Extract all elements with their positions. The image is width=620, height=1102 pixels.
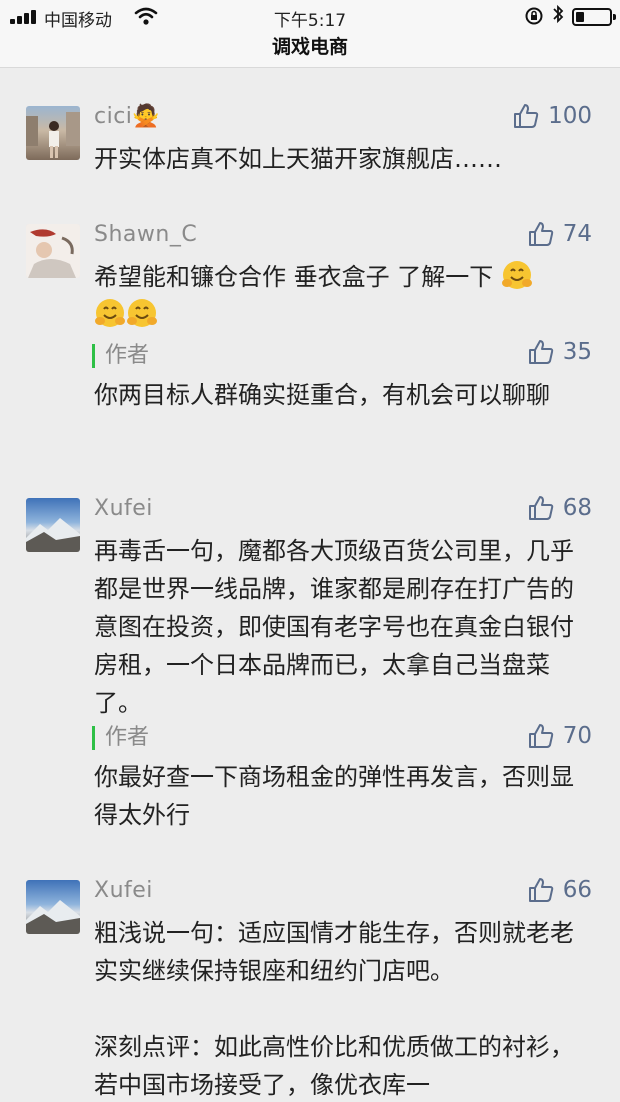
like-count: 68 (562, 495, 592, 521)
like-button[interactable]: 100 (512, 102, 592, 130)
like-count: 100 (548, 103, 592, 129)
thumbs-up-icon (514, 104, 539, 128)
hugging-face-emoji-icon (501, 261, 532, 289)
thumbs-up-icon (528, 222, 553, 246)
status-bar: 中国移动 下午5:17 (0, 4, 620, 31)
page-title: 调戏电商 (271, 36, 348, 58)
hugging-face-emoji-icon (127, 299, 157, 327)
like-count: 66 (562, 877, 592, 903)
comment-author: cici🙅 (94, 104, 161, 129)
avatar[interactable] (26, 498, 80, 552)
like-button[interactable]: 66 (527, 876, 592, 904)
reply-text: 你两目标人群确实挺重合，有机会可以聊聊 (94, 381, 550, 409)
comment-author: Shawn_C (94, 222, 198, 247)
author-reply-label: 作者 (92, 726, 149, 750)
thumbs-up-icon (528, 878, 553, 902)
comment-text: 再毒舌一句，魔都各大顶级百货公司里，几乎都是世界一线品牌，谁家都是刷存在打广告的… (94, 537, 574, 717)
hugging-face-emoji-icon (95, 299, 125, 327)
comment-text: 希望能和镰仓合作 垂衣盒子 了解一下 (94, 258, 584, 334)
like-button[interactable]: 74 (527, 220, 592, 248)
thumbs-up-icon (528, 724, 553, 748)
thumbs-up-icon (528, 340, 553, 364)
bluetooth-icon (553, 4, 564, 24)
comment-text-continued: 深刻点评：如此高性价比和优质做工的衬衫，若中国市场接受了，像优衣库一 (94, 1033, 574, 1099)
comment-text-content: 希望能和镰仓合作 垂衣盒子 了解一下 (94, 263, 494, 291)
like-count: 35 (562, 339, 592, 365)
rotation-lock-icon (525, 7, 543, 25)
like-count: 70 (562, 723, 592, 749)
comment-text: 开实体店真不如上天猫开家旗舰店…… (94, 145, 502, 173)
author-reply-label: 作者 (92, 344, 149, 368)
comment-text: 粗浅说一句：适应国情才能生存，否则就老老实实继续保持银座和纽约门店吧。 (94, 919, 574, 985)
thumbs-up-icon (528, 496, 553, 520)
comment-author: Xufei (94, 496, 153, 521)
avatar[interactable] (26, 224, 80, 278)
avatar[interactable] (26, 880, 80, 934)
top-bar: 中国移动 下午5:17 调戏电商 (0, 0, 620, 68)
like-count: 74 (562, 221, 592, 247)
reply-like-button[interactable]: 70 (527, 722, 592, 750)
avatar[interactable] (26, 106, 80, 160)
like-button[interactable]: 68 (527, 494, 592, 522)
reply-text: 你最好查一下商场租金的弹性再发言，否则显得太外行 (94, 763, 574, 829)
comment-author: Xufei (94, 878, 153, 903)
battery-icon (572, 8, 616, 26)
reply-like-button[interactable]: 35 (527, 338, 592, 366)
